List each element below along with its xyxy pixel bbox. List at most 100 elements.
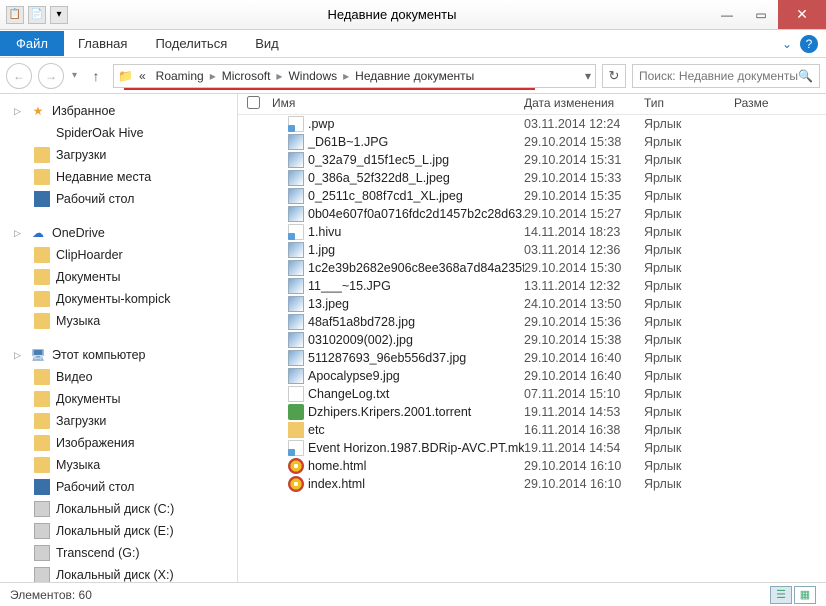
select-all-checkbox[interactable]	[247, 96, 260, 109]
breadcrumb-sep: ▸	[276, 69, 282, 83]
close-button[interactable]: ✕	[778, 0, 826, 29]
file-row[interactable]: 511287693_96eb556d37.jpg29.10.2014 16:40…	[238, 349, 826, 367]
forward-button[interactable]: →	[38, 63, 64, 89]
sidebar-item[interactable]: Изображения	[0, 432, 237, 454]
file-type: Ярлык	[644, 351, 734, 365]
sidebar-item[interactable]: Музыка	[0, 310, 237, 332]
column-name[interactable]: Имя	[268, 96, 524, 112]
sidebar-item[interactable]: ClipHoarder	[0, 244, 237, 266]
file-row[interactable]: 0_386a_52f322d8_L.jpeg29.10.2014 15:33Яр…	[238, 169, 826, 187]
breadcrumb-item[interactable]: Недавние документы	[351, 69, 478, 83]
column-date[interactable]: Дата изменения	[524, 96, 644, 112]
sidebar-item[interactable]: Документы	[0, 388, 237, 410]
file-type: Ярлык	[644, 261, 734, 275]
sidebar-item[interactable]: Рабочий стол	[0, 476, 237, 498]
address-dropdown-icon[interactable]: ▾	[585, 69, 591, 83]
qat-properties-icon[interactable]: 📋	[6, 6, 24, 24]
status-bar: Элементов: 60 ☰ ▦	[0, 582, 826, 606]
breadcrumb-item[interactable]: Roaming	[152, 69, 208, 83]
sidebar-item[interactable]: Документы-kompick	[0, 288, 237, 310]
file-date: 29.10.2014 15:27	[524, 207, 644, 221]
sidebar-item[interactable]: Локальный диск (E:)	[0, 520, 237, 542]
refresh-button[interactable]: ↻	[602, 64, 626, 88]
ribbon-expand-icon[interactable]: ⌄	[782, 37, 792, 51]
column-type[interactable]: Тип	[644, 96, 734, 112]
navigation-pane[interactable]: ▷★Избранное SpiderOak HiveЗагрузкиНедавн…	[0, 94, 238, 582]
address-bar[interactable]: 📁 « Roaming ▸ Microsoft ▸ Windows ▸ Неда…	[113, 64, 596, 88]
file-row[interactable]: _D61B~1.JPG29.10.2014 15:38Ярлык	[238, 133, 826, 151]
file-icon	[288, 458, 304, 474]
tab-view[interactable]: Вид	[241, 31, 293, 56]
search-box[interactable]: 🔍	[632, 64, 820, 88]
file-row[interactable]: ChangeLog.txt07.11.2014 15:10Ярлык	[238, 385, 826, 403]
file-row[interactable]: Event Horizon.1987.BDRip-AVC.PT.mk...19.…	[238, 439, 826, 457]
file-icon	[288, 206, 304, 222]
file-row[interactable]: 48af51a8bd728.jpg29.10.2014 15:36Ярлык	[238, 313, 826, 331]
sidebar-item[interactable]: Локальный диск (C:)	[0, 498, 237, 520]
minimize-button[interactable]: —	[710, 0, 744, 29]
file-row[interactable]: 0_32a79_d15f1ec5_L.jpg29.10.2014 15:31Яр…	[238, 151, 826, 169]
sidebar-item-label: SpiderOak Hive	[56, 126, 144, 140]
file-type: Ярлык	[644, 423, 734, 437]
file-date: 19.11.2014 14:54	[524, 441, 644, 455]
search-input[interactable]	[639, 69, 798, 83]
column-size[interactable]: Разме	[734, 96, 794, 112]
file-row[interactable]: .pwp03.11.2014 12:24Ярлык	[238, 115, 826, 133]
icons-view-button[interactable]: ▦	[794, 586, 816, 604]
favorites-header[interactable]: ▷★Избранное	[0, 100, 237, 122]
up-button[interactable]: ↑	[85, 65, 107, 87]
history-dropdown[interactable]: ▾	[70, 70, 79, 81]
qat-newfolder-icon[interactable]: 📄	[28, 6, 46, 24]
qat-dropdown-icon[interactable]: ▾	[50, 6, 68, 24]
file-date: 07.11.2014 15:10	[524, 387, 644, 401]
file-row[interactable]: 11___~15.JPG13.11.2014 12:32Ярлык	[238, 277, 826, 295]
file-list[interactable]: .pwp03.11.2014 12:24Ярлык_D61B~1.JPG29.1…	[238, 115, 826, 582]
file-row[interactable]: 13.jpeg24.10.2014 13:50Ярлык	[238, 295, 826, 313]
breadcrumb-item[interactable]: Windows	[284, 69, 341, 83]
sidebar-item[interactable]: Загрузки	[0, 410, 237, 432]
file-row[interactable]: 0b04e607f0a0716fdc2d1457b2c28d63.j...29.…	[238, 205, 826, 223]
file-date: 24.10.2014 13:50	[524, 297, 644, 311]
window-title: Недавние документы	[74, 7, 710, 22]
file-row[interactable]: Apocalypse9.jpg29.10.2014 16:40Ярлык	[238, 367, 826, 385]
tab-share[interactable]: Поделиться	[141, 31, 241, 56]
file-type: Ярлык	[644, 117, 734, 131]
file-name: 0b04e607f0a0716fdc2d1457b2c28d63.j...	[308, 207, 524, 221]
file-name: etc	[308, 423, 325, 437]
thispc-header[interactable]: ▷🖥Этот компьютер	[0, 344, 237, 366]
file-name: ChangeLog.txt	[308, 387, 389, 401]
file-type: Ярлык	[644, 459, 734, 473]
file-row[interactable]: index.html29.10.2014 16:10Ярлык	[238, 475, 826, 493]
details-view-button[interactable]: ☰	[770, 586, 792, 604]
maximize-button[interactable]: ▭	[744, 0, 778, 29]
search-icon[interactable]: 🔍	[798, 69, 813, 83]
thispc-group: ▷🖥Этот компьютер ВидеоДокументыЗагрузкиИ…	[0, 344, 237, 582]
file-date: 03.11.2014 12:24	[524, 117, 644, 131]
onedrive-header[interactable]: ▷☁OneDrive	[0, 222, 237, 244]
file-row[interactable]: 1.jpg03.11.2014 12:36Ярлык	[238, 241, 826, 259]
file-row[interactable]: 1c2e39b2682e906c8ee368a7d84a235f_f...29.…	[238, 259, 826, 277]
help-button[interactable]: ?	[800, 35, 818, 53]
file-row[interactable]: 1.hivu14.11.2014 18:23Ярлык	[238, 223, 826, 241]
sidebar-item[interactable]: Документы	[0, 266, 237, 288]
sidebar-item[interactable]: SpiderOak Hive	[0, 122, 237, 144]
sidebar-item[interactable]: Рабочий стол	[0, 188, 237, 210]
file-icon	[288, 404, 304, 420]
file-row[interactable]: etc16.11.2014 16:38Ярлык	[238, 421, 826, 439]
breadcrumb-item[interactable]: Microsoft	[218, 69, 275, 83]
file-row[interactable]: home.html29.10.2014 16:10Ярлык	[238, 457, 826, 475]
file-row[interactable]: 03102009(002).jpg29.10.2014 15:38Ярлык	[238, 331, 826, 349]
file-tab[interactable]: Файл	[0, 31, 64, 56]
file-row[interactable]: 0_2511c_808f7cd1_XL.jpeg29.10.2014 15:35…	[238, 187, 826, 205]
tab-home[interactable]: Главная	[64, 31, 141, 56]
fold-icon	[34, 435, 50, 451]
sidebar-item[interactable]: Видео	[0, 366, 237, 388]
sidebar-item[interactable]: Загрузки	[0, 144, 237, 166]
sidebar-item[interactable]: Локальный диск (X:)	[0, 564, 237, 582]
file-row[interactable]: Dzhipers.Kripers.2001.torrent19.11.2014 …	[238, 403, 826, 421]
sidebar-item[interactable]: Недавние места	[0, 166, 237, 188]
sidebar-item[interactable]: Transcend (G:)	[0, 542, 237, 564]
sidebar-item[interactable]: Музыка	[0, 454, 237, 476]
back-button[interactable]: ←	[6, 63, 32, 89]
sidebar-item-label: Локальный диск (E:)	[56, 524, 174, 538]
